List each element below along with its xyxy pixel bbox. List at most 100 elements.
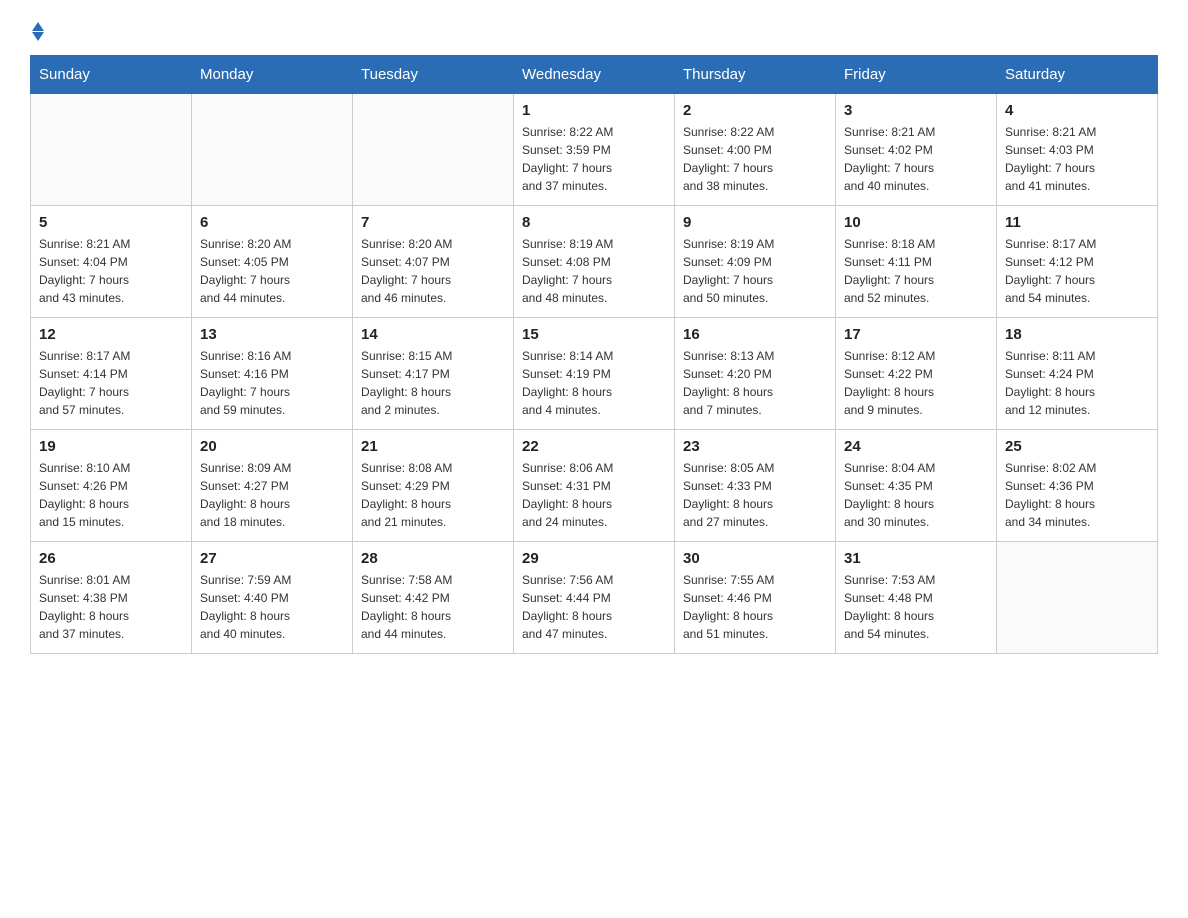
week-row-2: 5 Sunrise: 8:21 AM Sunset: 4:04 PM Daylig… — [31, 206, 1158, 318]
week-row-4: 19 Sunrise: 8:10 AM Sunset: 4:26 PM Dayli… — [31, 430, 1158, 542]
weekday-header-tuesday: Tuesday — [353, 56, 514, 94]
day-number: 29 — [522, 550, 666, 567]
day-number: 24 — [844, 438, 988, 455]
day-number: 1 — [522, 102, 666, 119]
day-cell — [31, 94, 192, 206]
day-info: Sunrise: 8:20 AM Sunset: 4:05 PM Dayligh… — [200, 235, 344, 307]
day-info: Sunrise: 8:15 AM Sunset: 4:17 PM Dayligh… — [361, 347, 505, 419]
day-cell: 14 Sunrise: 8:15 AM Sunset: 4:17 PM Dayli… — [353, 318, 514, 430]
day-cell: 25 Sunrise: 8:02 AM Sunset: 4:36 PM Dayli… — [997, 430, 1158, 542]
day-number: 20 — [200, 438, 344, 455]
day-info: Sunrise: 7:56 AM Sunset: 4:44 PM Dayligh… — [522, 571, 666, 643]
day-info: Sunrise: 8:17 AM Sunset: 4:14 PM Dayligh… — [39, 347, 183, 419]
day-number: 9 — [683, 214, 827, 231]
day-number: 15 — [522, 326, 666, 343]
day-number: 30 — [683, 550, 827, 567]
weekday-header-row: SundayMondayTuesdayWednesdayThursdayFrid… — [31, 56, 1158, 94]
week-row-5: 26 Sunrise: 8:01 AM Sunset: 4:38 PM Dayli… — [31, 542, 1158, 654]
day-info: Sunrise: 8:08 AM Sunset: 4:29 PM Dayligh… — [361, 459, 505, 531]
day-cell: 3 Sunrise: 8:21 AM Sunset: 4:02 PM Daylig… — [836, 94, 997, 206]
day-cell: 2 Sunrise: 8:22 AM Sunset: 4:00 PM Daylig… — [675, 94, 836, 206]
day-number: 7 — [361, 214, 505, 231]
weekday-header-monday: Monday — [192, 56, 353, 94]
day-number: 10 — [844, 214, 988, 231]
day-cell: 5 Sunrise: 8:21 AM Sunset: 4:04 PM Daylig… — [31, 206, 192, 318]
week-row-1: 1 Sunrise: 8:22 AM Sunset: 3:59 PM Daylig… — [31, 94, 1158, 206]
day-info: Sunrise: 8:20 AM Sunset: 4:07 PM Dayligh… — [361, 235, 505, 307]
day-info: Sunrise: 8:13 AM Sunset: 4:20 PM Dayligh… — [683, 347, 827, 419]
day-number: 4 — [1005, 102, 1149, 119]
day-info: Sunrise: 8:21 AM Sunset: 4:02 PM Dayligh… — [844, 123, 988, 195]
day-info: Sunrise: 8:02 AM Sunset: 4:36 PM Dayligh… — [1005, 459, 1149, 531]
day-cell: 29 Sunrise: 7:56 AM Sunset: 4:44 PM Dayli… — [514, 542, 675, 654]
day-info: Sunrise: 8:06 AM Sunset: 4:31 PM Dayligh… — [522, 459, 666, 531]
day-info: Sunrise: 8:04 AM Sunset: 4:35 PM Dayligh… — [844, 459, 988, 531]
day-cell: 22 Sunrise: 8:06 AM Sunset: 4:31 PM Dayli… — [514, 430, 675, 542]
day-info: Sunrise: 8:22 AM Sunset: 4:00 PM Dayligh… — [683, 123, 827, 195]
day-cell: 13 Sunrise: 8:16 AM Sunset: 4:16 PM Dayli… — [192, 318, 353, 430]
day-cell: 9 Sunrise: 8:19 AM Sunset: 4:09 PM Daylig… — [675, 206, 836, 318]
day-cell: 20 Sunrise: 8:09 AM Sunset: 4:27 PM Dayli… — [192, 430, 353, 542]
day-info: Sunrise: 8:21 AM Sunset: 4:04 PM Dayligh… — [39, 235, 183, 307]
day-cell: 27 Sunrise: 7:59 AM Sunset: 4:40 PM Dayli… — [192, 542, 353, 654]
day-cell: 12 Sunrise: 8:17 AM Sunset: 4:14 PM Dayli… — [31, 318, 192, 430]
day-info: Sunrise: 8:16 AM Sunset: 4:16 PM Dayligh… — [200, 347, 344, 419]
weekday-header-sunday: Sunday — [31, 56, 192, 94]
day-cell — [997, 542, 1158, 654]
day-number: 25 — [1005, 438, 1149, 455]
day-info: Sunrise: 7:58 AM Sunset: 4:42 PM Dayligh… — [361, 571, 505, 643]
day-number: 3 — [844, 102, 988, 119]
day-number: 26 — [39, 550, 183, 567]
day-number: 23 — [683, 438, 827, 455]
day-info: Sunrise: 8:11 AM Sunset: 4:24 PM Dayligh… — [1005, 347, 1149, 419]
day-info: Sunrise: 8:17 AM Sunset: 4:12 PM Dayligh… — [1005, 235, 1149, 307]
day-cell: 26 Sunrise: 8:01 AM Sunset: 4:38 PM Dayli… — [31, 542, 192, 654]
day-cell: 28 Sunrise: 7:58 AM Sunset: 4:42 PM Dayli… — [353, 542, 514, 654]
week-row-3: 12 Sunrise: 8:17 AM Sunset: 4:14 PM Dayli… — [31, 318, 1158, 430]
calendar-table: SundayMondayTuesdayWednesdayThursdayFrid… — [30, 55, 1158, 654]
day-info: Sunrise: 8:14 AM Sunset: 4:19 PM Dayligh… — [522, 347, 666, 419]
day-info: Sunrise: 8:05 AM Sunset: 4:33 PM Dayligh… — [683, 459, 827, 531]
day-number: 11 — [1005, 214, 1149, 231]
weekday-header-wednesday: Wednesday — [514, 56, 675, 94]
day-cell: 30Sunrise: 7:55 AM Sunset: 4:46 PM Dayli… — [675, 542, 836, 654]
day-number: 13 — [200, 326, 344, 343]
day-info: Sunrise: 8:19 AM Sunset: 4:08 PM Dayligh… — [522, 235, 666, 307]
day-info: Sunrise: 8:22 AM Sunset: 3:59 PM Dayligh… — [522, 123, 666, 195]
day-number: 5 — [39, 214, 183, 231]
day-cell: 7 Sunrise: 8:20 AM Sunset: 4:07 PM Daylig… — [353, 206, 514, 318]
day-info: Sunrise: 7:53 AM Sunset: 4:48 PM Dayligh… — [844, 571, 988, 643]
day-info: Sunrise: 8:09 AM Sunset: 4:27 PM Dayligh… — [200, 459, 344, 531]
day-cell: 16Sunrise: 8:13 AM Sunset: 4:20 PM Dayli… — [675, 318, 836, 430]
day-info: Sunrise: 8:10 AM Sunset: 4:26 PM Dayligh… — [39, 459, 183, 531]
day-number: 12 — [39, 326, 183, 343]
weekday-header-thursday: Thursday — [675, 56, 836, 94]
page-header — [30, 20, 1158, 37]
day-cell: 4 Sunrise: 8:21 AM Sunset: 4:03 PM Daylig… — [997, 94, 1158, 206]
day-cell: 19 Sunrise: 8:10 AM Sunset: 4:26 PM Dayli… — [31, 430, 192, 542]
day-cell: 31 Sunrise: 7:53 AM Sunset: 4:48 PM Dayli… — [836, 542, 997, 654]
day-cell: 21Sunrise: 8:08 AM Sunset: 4:29 PM Dayli… — [353, 430, 514, 542]
day-cell: 15 Sunrise: 8:14 AM Sunset: 4:19 PM Dayli… — [514, 318, 675, 430]
day-number: 6 — [200, 214, 344, 231]
day-number: 8 — [522, 214, 666, 231]
weekday-header-friday: Friday — [836, 56, 997, 94]
day-cell — [192, 94, 353, 206]
day-number: 28 — [361, 550, 505, 567]
day-number: 27 — [200, 550, 344, 567]
day-cell: 24 Sunrise: 8:04 AM Sunset: 4:35 PM Dayli… — [836, 430, 997, 542]
day-number: 31 — [844, 550, 988, 567]
day-info: Sunrise: 8:12 AM Sunset: 4:22 PM Dayligh… — [844, 347, 988, 419]
day-number: 22 — [522, 438, 666, 455]
day-number: 14 — [361, 326, 505, 343]
weekday-header-saturday: Saturday — [997, 56, 1158, 94]
logo — [30, 20, 44, 37]
day-info: Sunrise: 8:19 AM Sunset: 4:09 PM Dayligh… — [683, 235, 827, 307]
day-number: 2 — [683, 102, 827, 119]
day-number: 18 — [1005, 326, 1149, 343]
day-info: Sunrise: 8:21 AM Sunset: 4:03 PM Dayligh… — [1005, 123, 1149, 195]
day-number: 19 — [39, 438, 183, 455]
day-info: Sunrise: 8:01 AM Sunset: 4:38 PM Dayligh… — [39, 571, 183, 643]
day-cell — [353, 94, 514, 206]
day-info: Sunrise: 7:59 AM Sunset: 4:40 PM Dayligh… — [200, 571, 344, 643]
